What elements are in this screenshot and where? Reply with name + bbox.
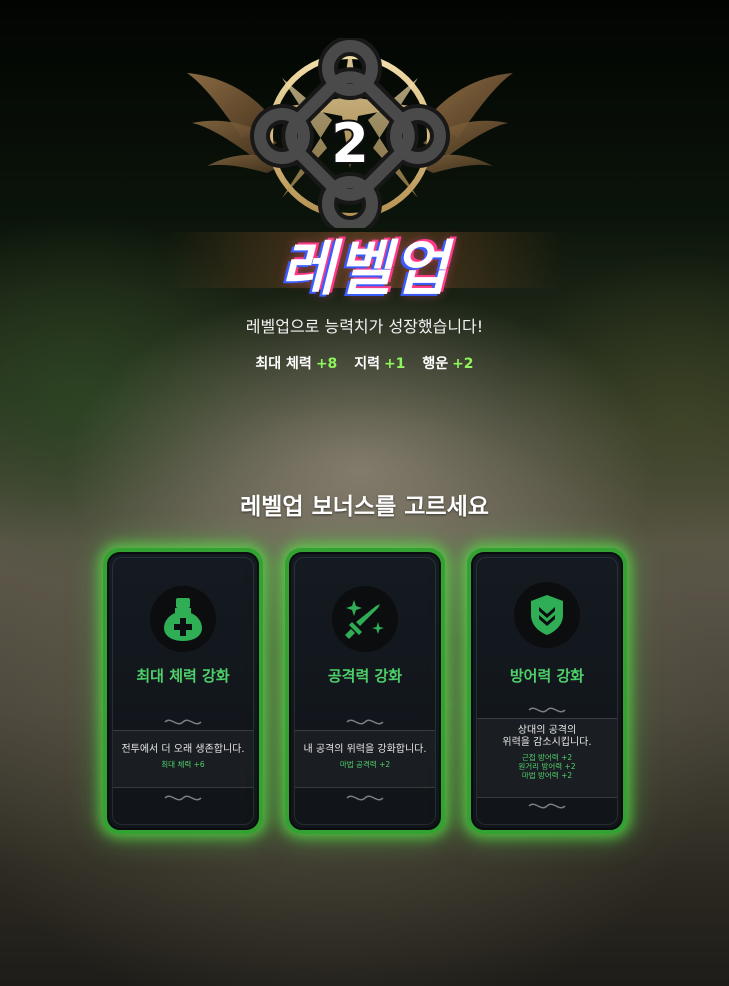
bonus-select-title: 레벨업 보너스를 고르세요 <box>240 494 489 520</box>
bonus-card-attack[interactable]: 공격력 강화 내 공격의 위력을 강화합니다. 마법 공격력 +2 <box>285 548 445 834</box>
bonus-value: 근접 방어력 +2 <box>521 753 573 762</box>
bonus-value: 최대 체력 +6 <box>161 760 205 769</box>
level-up-message: 레벨업으로 능력치가 성장했습니다! <box>245 317 484 336</box>
description-text: 내 공격의 위력을 강화합니다. <box>303 744 427 755</box>
ornament-icon <box>528 803 566 809</box>
description-text: 전투에서 더 오래 생존합니다. <box>121 744 245 755</box>
potion-icon <box>150 586 216 652</box>
bonus-value: 원거리 방어력 +2 <box>518 762 576 771</box>
stat-intelligence: 지력 +1 <box>354 356 406 372</box>
sword-sparkle-icon <box>332 586 398 652</box>
ornament-icon <box>164 719 202 725</box>
bonus-value: 마법 방어력 +2 <box>521 771 573 780</box>
level-number: 2 <box>331 112 369 175</box>
ornament-icon <box>346 795 384 801</box>
card-description: 상대의 공격의 위력을 감소시킵니다. 근접 방어력 +2 원거리 방어력 +2… <box>477 718 617 798</box>
card-description: 내 공격의 위력을 강화합니다. 마법 공격력 +2 <box>295 730 435 788</box>
bonus-value: 마법 공격력 +2 <box>339 760 391 769</box>
description-text: 상대의 공격의 <box>517 725 577 736</box>
shield-icon <box>514 582 580 648</box>
level-up-title: 레벨업 <box>280 234 449 304</box>
card-title: 최대 체력 강화 <box>136 667 230 685</box>
card-title: 공격력 강화 <box>327 667 403 685</box>
bonus-card-max-hp[interactable]: 최대 체력 강화 전투에서 더 오래 생존합니다. 최대 체력 +6 <box>103 548 263 834</box>
stat-max-hp: 최대 체력 +8 <box>255 356 338 372</box>
card-title: 방어력 강화 <box>509 667 585 685</box>
card-description: 전투에서 더 오래 생존합니다. 최대 체력 +6 <box>113 730 253 788</box>
ornament-icon <box>528 707 566 713</box>
stat-gains: 최대 체력 +8 지력 +1 행운 +2 <box>0 353 729 373</box>
ornament-icon <box>164 795 202 801</box>
stat-luck: 행운 +2 <box>422 356 474 372</box>
level-emblem: 2 <box>187 38 513 228</box>
ornament-icon <box>346 719 384 725</box>
description-text: 위력을 감소시킵니다. <box>502 737 592 748</box>
bonus-card-defense[interactable]: 방어력 강화 상대의 공격의 위력을 감소시킵니다. 근접 방어력 +2 원거리… <box>467 548 627 834</box>
